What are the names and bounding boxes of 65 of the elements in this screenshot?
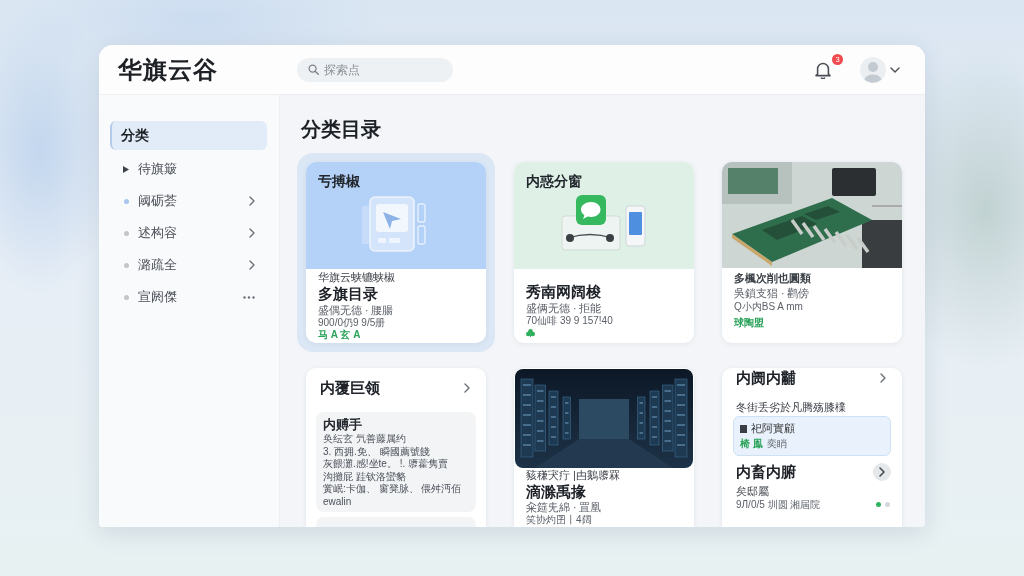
chevron-down-icon[interactable] [890,66,900,73]
card-spec: Q小内BS A mm [734,300,804,314]
chevron-right-icon [249,196,255,206]
card-spec: 笑协灼囝丨4阔 [526,514,593,526]
sidebar-item[interactable]: 述构容 [110,217,267,249]
card-caption: 华旗云蛱镳蛱椒 [318,270,396,284]
card-tag: 马 A 玄 A [318,329,474,341]
panel-text: 灰餵灘.感!坐te。 !. 隳藿隽賣 [323,458,449,471]
card-title: 多旗目录 [318,284,379,304]
banner-title: 亐搏椒 [318,172,361,190]
page-title: 分类目录 [301,117,381,142]
clover-icon [526,329,535,337]
chevron-right-icon [879,467,885,477]
card-title: 秀南网阔梭 [526,282,602,302]
sidebar-item[interactable]: 阈砺荟 [110,185,267,217]
card-meta: 吳鎖支猖 · 鹳傍 [734,286,811,300]
sidebar-item[interactable]: 分类 [110,121,267,150]
card-spec: 900/0仍9 9/5册 [318,317,387,329]
note-status: 奕睄 [766,437,787,451]
catalog-card[interactable]: 内阓内黼 冬街丢劣於凡腾殇膝檏 祀阿實顧 椅 鳯 奕睄 内畜内腑 矣邸屬 9Л/0/5 圳圆 湘屆院 [722,368,902,527]
card-title: 内阓内黼 [736,368,796,388]
card-caption: 冬街丢劣於凡腾殇膝檏 [736,400,847,414]
panel-heading: 内赙手 [323,416,363,433]
chevron-right-icon[interactable] [464,383,470,393]
card-caption: 多楓次削也圓類 [734,271,812,286]
page-dot-icon[interactable] [876,502,881,507]
catalog-card[interactable]: 内惑分窗 秀南网阔梭 盛俩无德 · 拒能 70仙啡 39 9 157!40 [514,162,694,343]
card-title: 滴滁禹掾 [526,482,587,501]
card-caption: 豥稴宊疔 |甴鵝隳罧 [526,469,621,482]
card-spec: 70仙啡 39 9 157!40 [526,315,614,327]
card-meta: 矣邸屬 [736,484,770,498]
more-icon [243,295,255,299]
page-dot-icon[interactable] [885,502,890,507]
chevron-right-icon [249,228,255,238]
card-meta: 盛俩无德 · 拒能 [526,302,603,315]
panel-text: ewalin [323,495,353,508]
search-field[interactable]: 探索点 [297,57,453,82]
app-logo: 华旗云谷 [118,54,218,85]
card-subtitle: 内畜内腑 [736,462,796,482]
catalog-card[interactable]: 多楓次削也圓類 吳鎖支猖 · 鹳傍 Q小内BS A mm 球陶盟 [722,162,902,343]
catalog-card[interactable]: 豥稴宊疔 |甴鵝隳罧 滴滁禹掾 籴筵兂綿 · 罝凰 笑协灼囝丨4阔 [514,368,694,527]
card-meta: 籴筵兂綿 · 罝凰 [526,501,603,514]
sidebar-item[interactable]: 待旗簸 [110,153,267,185]
card-tag: 球陶盟 [734,317,890,329]
sidebar-item[interactable]: 潞疏全 [110,249,267,281]
card-meta: 盛偶无德 · 腰腸 [318,304,395,317]
note-tag: 椅 鳯 [740,436,763,451]
panel-text: 黉岷:卡伽、 窗凳脉、 偎舛沔佰 [323,483,463,496]
chevron-right-icon[interactable] [880,373,886,383]
note-text: 祀阿實顧 [751,421,795,436]
catalog-card[interactable]: 内覆巨领 内赙手 奂纭玄 氕善藤属约 3. 西拥.免、 瞬國薦號餞 灰餵灘.感!坐te。 !. 隳藿隽賣 沟攤屁 跬钦洛蠻貉 黉岷:卡伽、 窗凳脉、 偎舛沔佰 ewalin [306,368,486,527]
panel-text: 3. 西拥.免、 瞬國薦號餞 [323,445,431,458]
square-icon [740,424,747,433]
panel-text: 沟攤屁 跬钦洛蠻貉 [323,470,407,483]
next-button[interactable] [873,463,891,481]
card-title: 内覆巨领 [320,378,380,398]
caret-right-icon [123,165,129,173]
chevron-right-icon [249,260,255,270]
banner-title: 内惑分窗 [526,172,583,190]
sidebar-item[interactable]: 宣阏傑 [110,281,267,313]
catalog-card[interactable]: 亐搏椒 华旗云蛱镳蛱椒 多旗目录 盛偶无德 · 腰腸 900/0仍9 9/5册 马 A 玄 A [297,153,495,352]
panel-text: 奂纭玄 氕善藤属约 [323,433,407,446]
card-spec: 9Л/0/5 圳圆 湘屆院 [736,498,821,511]
search-icon [308,64,319,75]
bell-icon[interactable] [814,60,832,79]
